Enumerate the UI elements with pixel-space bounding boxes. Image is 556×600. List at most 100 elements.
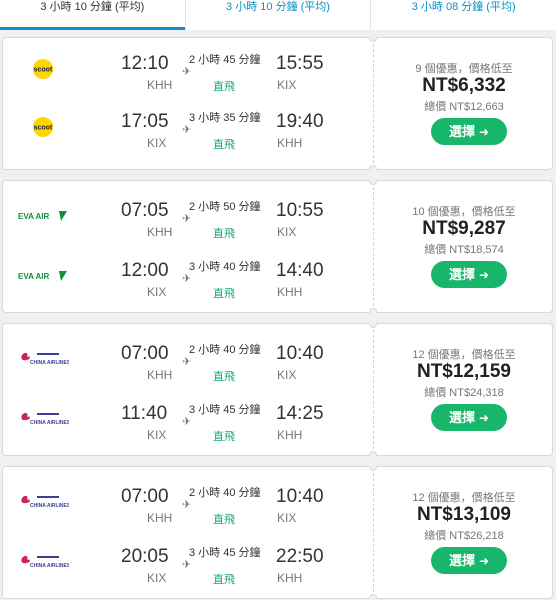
- flight-duration: 3 小時 45 分鐘: [189, 547, 261, 559]
- plane-icon: ✈: [182, 124, 192, 136]
- flight-leg-outbound: scoot 12:10 KHH 2 小時 45 分鐘 ✈ 直飛 15:55 KI…: [3, 48, 368, 98]
- departure-airport: KHH: [147, 511, 173, 525]
- select-button[interactable]: 選擇 ➜: [431, 547, 507, 574]
- flight-card[interactable]: EVA AIR 07:05 KHH 2 小時 50 分鐘 ✈ 直飛 10:55 …: [2, 180, 553, 313]
- scoot-logo-icon: scoot: [33, 117, 53, 137]
- eva-air-logo-icon: EVA AIR: [18, 211, 67, 221]
- lowest-price: NT$6,332: [422, 75, 506, 96]
- arrival-time: 22:50: [276, 546, 324, 567]
- arrival-airport: KHH: [277, 571, 303, 585]
- total-price: 總價 NT$12,663: [424, 101, 504, 113]
- arrival-time: 14:25: [276, 403, 324, 424]
- plane-icon: ✈: [182, 499, 192, 511]
- tab-cheapest[interactable]: 3 小時 10 分鐘 (平均): [0, 0, 185, 30]
- flight-duration: 3 小時 35 分鐘: [189, 112, 261, 124]
- plane-icon: ✈: [182, 356, 192, 368]
- arrival-time: 10:40: [276, 486, 324, 507]
- china-airlines-logo-icon: CHINA AIRLINES: [21, 352, 69, 366]
- flight-duration: 2 小時 45 分鐘: [189, 54, 261, 66]
- plane-icon: ✈: [182, 66, 192, 78]
- plane-icon: ✈: [182, 559, 192, 571]
- direct-label: 直飛: [213, 431, 235, 443]
- flight-card[interactable]: CHINA AIRLINES 07:00 KHH 2 小時 40 分鐘 ✈ 直飛…: [2, 323, 553, 456]
- departure-time: 12:10: [121, 53, 169, 74]
- arrival-time: 14:40: [276, 260, 324, 281]
- flight-card[interactable]: CHINA AIRLINES 07:00 KHH 2 小時 40 分鐘 ✈ 直飛…: [2, 466, 553, 599]
- plane-icon: ✈: [182, 273, 192, 285]
- arrow-right-icon: ➜: [478, 554, 490, 568]
- tab-label: 3 小時 10 分鐘 (平均): [40, 1, 145, 13]
- svg-text:CHINA AIRLINES: CHINA AIRLINES: [30, 420, 69, 426]
- flight-duration: 2 小時 40 分鐘: [189, 487, 261, 499]
- select-label: 選擇: [448, 267, 475, 282]
- price-panel: 12 個優惠，價格低至 NT$12,159 總價 NT$24,318 選擇 ➜: [378, 324, 550, 457]
- departure-airport: KIX: [147, 285, 167, 299]
- flight-duration: 2 小時 40 分鐘: [189, 344, 261, 356]
- arrival-time: 10:55: [276, 200, 324, 221]
- sort-tabs: 3 小時 10 分鐘 (平均) 3 小時 10 分鐘 (平均) 3 小時 08 …: [0, 0, 556, 30]
- select-button[interactable]: 選擇 ➜: [431, 118, 507, 145]
- select-button[interactable]: 選擇 ➜: [431, 404, 507, 431]
- tab-fastest[interactable]: 3 小時 08 分鐘 (平均): [370, 0, 556, 30]
- tab-label: 3 小時 08 分鐘 (平均): [411, 1, 516, 13]
- deal-count: 10 個優惠，價格低至: [412, 206, 516, 218]
- arrival-airport: KIX: [277, 511, 297, 525]
- total-price: 總價 NT$26,218: [424, 530, 504, 542]
- china-airlines-logo-icon: CHINA AIRLINES: [21, 412, 69, 426]
- direct-label: 直飛: [213, 574, 235, 586]
- flight-leg-outbound: CHINA AIRLINES 07:00 KHH 2 小時 40 分鐘 ✈ 直飛…: [3, 338, 368, 388]
- departure-airport: KIX: [147, 428, 167, 442]
- departure-airport: KHH: [147, 78, 173, 92]
- departure-time: 17:05: [121, 111, 169, 132]
- tab-label: 3 小時 10 分鐘 (平均): [226, 1, 330, 13]
- flight-leg-return: EVA AIR 12:00 KIX 3 小時 40 分鐘 ✈ 直飛 14:40 …: [3, 255, 368, 305]
- direct-label: 直飛: [213, 139, 235, 151]
- arrival-time: 19:40: [276, 111, 324, 132]
- price-panel: 10 個優惠，價格低至 NT$9,287 總價 NT$18,574 選擇 ➜: [378, 181, 550, 314]
- departure-time: 12:00: [121, 260, 169, 281]
- arrival-airport: KIX: [277, 368, 297, 382]
- arrival-time: 10:40: [276, 343, 324, 364]
- deal-count: 12 個優惠，價格低至: [412, 492, 516, 504]
- flight-card[interactable]: scoot 12:10 KHH 2 小時 45 分鐘 ✈ 直飛 15:55 KI…: [2, 37, 553, 170]
- departure-time: 11:40: [121, 403, 168, 424]
- tab-best[interactable]: 3 小時 10 分鐘 (平均): [184, 0, 371, 30]
- departure-airport: KHH: [147, 368, 173, 382]
- svg-text:CHINA AIRLINES: CHINA AIRLINES: [30, 563, 69, 569]
- direct-label: 直飛: [213, 514, 235, 526]
- svg-text:scoot: scoot: [34, 125, 53, 132]
- direct-label: 直飛: [213, 81, 235, 93]
- flight-leg-return: CHINA AIRLINES 11:40 KIX 3 小時 45 分鐘 ✈ 直飛…: [3, 398, 368, 448]
- flight-leg-return: CHINA AIRLINES 20:05 KIX 3 小時 45 分鐘 ✈ 直飛…: [3, 541, 368, 591]
- china-airlines-logo-icon: CHINA AIRLINES: [21, 555, 69, 569]
- plane-icon: ✈: [182, 416, 192, 428]
- arrival-airport: KHH: [277, 136, 303, 150]
- departure-time: 20:05: [121, 546, 169, 567]
- arrival-airport: KHH: [277, 428, 303, 442]
- departure-airport: KIX: [147, 136, 167, 150]
- svg-text:scoot: scoot: [34, 67, 53, 74]
- arrow-right-icon: ➜: [478, 411, 490, 425]
- china-airlines-logo-icon: CHINA AIRLINES: [21, 495, 69, 509]
- total-price: 總價 NT$18,574: [424, 244, 504, 256]
- svg-text:CHINA AIRLINES: CHINA AIRLINES: [30, 360, 69, 366]
- departure-time: 07:00: [121, 486, 169, 507]
- departure-time: 07:05: [121, 200, 169, 221]
- plane-icon: ✈: [182, 213, 192, 225]
- arrow-right-icon: ➜: [478, 268, 490, 282]
- flight-duration: 3 小時 45 分鐘: [189, 404, 261, 416]
- total-price: 總價 NT$24,318: [424, 387, 504, 399]
- arrow-right-icon: ➜: [478, 125, 490, 139]
- arrival-time: 15:55: [276, 53, 324, 74]
- price-panel: 12 個優惠，價格低至 NT$13,109 總價 NT$26,218 選擇 ➜: [378, 467, 550, 600]
- svg-text:EVA AIR: EVA AIR: [18, 212, 49, 221]
- svg-text:EVA AIR: EVA AIR: [18, 272, 49, 281]
- lowest-price: NT$12,159: [416, 361, 511, 382]
- select-label: 選擇: [448, 553, 475, 568]
- departure-airport: KIX: [147, 571, 167, 585]
- eva-air-logo-icon: EVA AIR: [18, 271, 67, 281]
- arrival-airport: KIX: [277, 78, 297, 92]
- deal-count: 9 個優惠，價格低至: [415, 63, 513, 75]
- lowest-price: NT$13,109: [416, 504, 511, 525]
- select-button[interactable]: 選擇 ➜: [431, 261, 507, 288]
